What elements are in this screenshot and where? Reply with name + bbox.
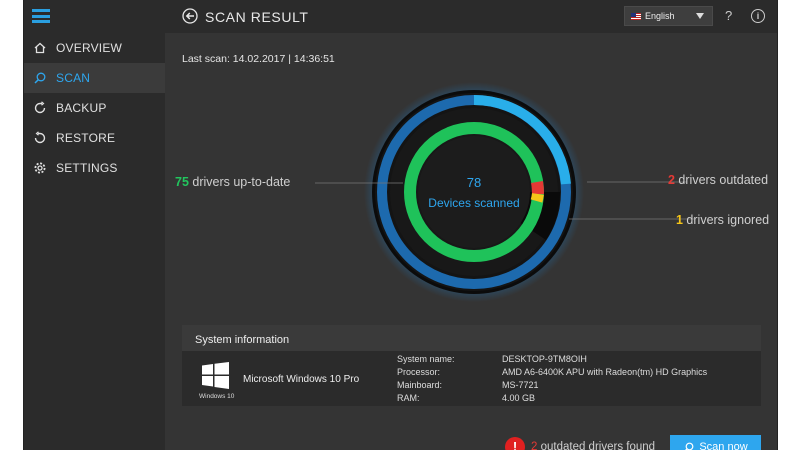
sysinfo-value: 4.00 GB [502, 393, 536, 403]
uptodate-stat: 75 drivers up-to-date [175, 175, 290, 189]
last-scan-text: Last scan: 14.02.2017 | 14:36:51 [182, 53, 335, 65]
menu-icon[interactable] [32, 9, 50, 23]
backup-icon [34, 101, 46, 114]
back-arrow-icon[interactable] [182, 8, 198, 24]
ignored-label: drivers ignored [682, 213, 770, 227]
sidebar-nav: OVERVIEW SCAN BACKUP RESTORE SETTINGS [24, 33, 165, 183]
sidebar-item-overview[interactable]: OVERVIEW [24, 33, 165, 63]
devices-label: Devices scanned [428, 196, 519, 210]
sidebar-item-restore[interactable]: RESTORE [24, 123, 165, 153]
uptodate-label: drivers up-to-date [188, 175, 291, 189]
sidebar-item-label: BACKUP [56, 101, 107, 115]
sidebar-item-settings[interactable]: SETTINGS [24, 153, 165, 183]
windows-logo-icon [202, 362, 229, 389]
system-information-title: System information [182, 325, 761, 351]
header-bar: SCAN RESULT English ? i [165, 0, 777, 33]
language-select[interactable]: English [624, 6, 713, 26]
scan-result-gauge: 78 Devices scanned [364, 82, 584, 302]
scan-now-button[interactable]: Scan now [670, 435, 761, 450]
restore-icon [34, 131, 46, 144]
language-label: English [645, 11, 675, 21]
sidebar-item-label: SETTINGS [56, 161, 118, 175]
ignored-count: 1 [676, 213, 683, 227]
home-icon [34, 42, 46, 54]
sysinfo-key: System name: [397, 354, 455, 364]
sysinfo-value: DESKTOP-9TM8OIH [502, 354, 587, 364]
search-icon [684, 442, 694, 450]
outdated-stat: 2 drivers outdated [668, 173, 768, 187]
os-name: Microsoft Windows 10 Pro [243, 374, 360, 385]
sidebar-item-label: OVERVIEW [56, 41, 123, 55]
us-flag-icon [631, 12, 641, 20]
devices-count: 78 [467, 175, 481, 190]
uptodate-count: 75 [175, 175, 189, 189]
info-icon[interactable]: i [751, 9, 765, 23]
sysinfo-key: Processor: [397, 367, 441, 377]
outdated-count: 2 [668, 173, 675, 187]
scan-now-label: Scan now [699, 441, 748, 450]
sidebar-item-scan[interactable]: SCAN [24, 63, 165, 93]
sysinfo-key: Mainboard: [397, 380, 443, 390]
alert-icon: ! [505, 437, 525, 450]
gear-icon [34, 162, 46, 174]
sysinfo-key: RAM: [397, 393, 420, 403]
sidebar-item-label: RESTORE [56, 131, 116, 145]
sidebar-item-backup[interactable]: BACKUP [24, 93, 165, 123]
page-title: SCAN RESULT [205, 9, 309, 25]
ignored-stat: 1 drivers ignored [676, 213, 769, 227]
outdated-drivers-found: 2 outdated drivers found [531, 441, 655, 450]
help-icon[interactable]: ? [725, 8, 732, 23]
search-icon [34, 72, 46, 84]
sidebar-item-label: SCAN [56, 71, 91, 85]
outdated-label: drivers outdated [674, 173, 769, 187]
system-information-panel: System information Windows 10 Microsoft … [182, 325, 761, 406]
main-panel: SCAN RESULT English ? i Last scan: 14.02… [165, 0, 777, 450]
outdated-drivers-label: outdated drivers found [537, 441, 656, 450]
app-window: OVERVIEW SCAN BACKUP RESTORE SETTINGS SC… [23, 0, 778, 450]
chevron-down-icon [696, 13, 704, 19]
sysinfo-value: AMD A6-6400K APU with Radeon(tm) HD Grap… [502, 367, 708, 377]
sidebar: OVERVIEW SCAN BACKUP RESTORE SETTINGS [24, 0, 165, 450]
os-caption: Windows 10 [199, 393, 235, 400]
sysinfo-value: MS-7721 [502, 380, 539, 390]
